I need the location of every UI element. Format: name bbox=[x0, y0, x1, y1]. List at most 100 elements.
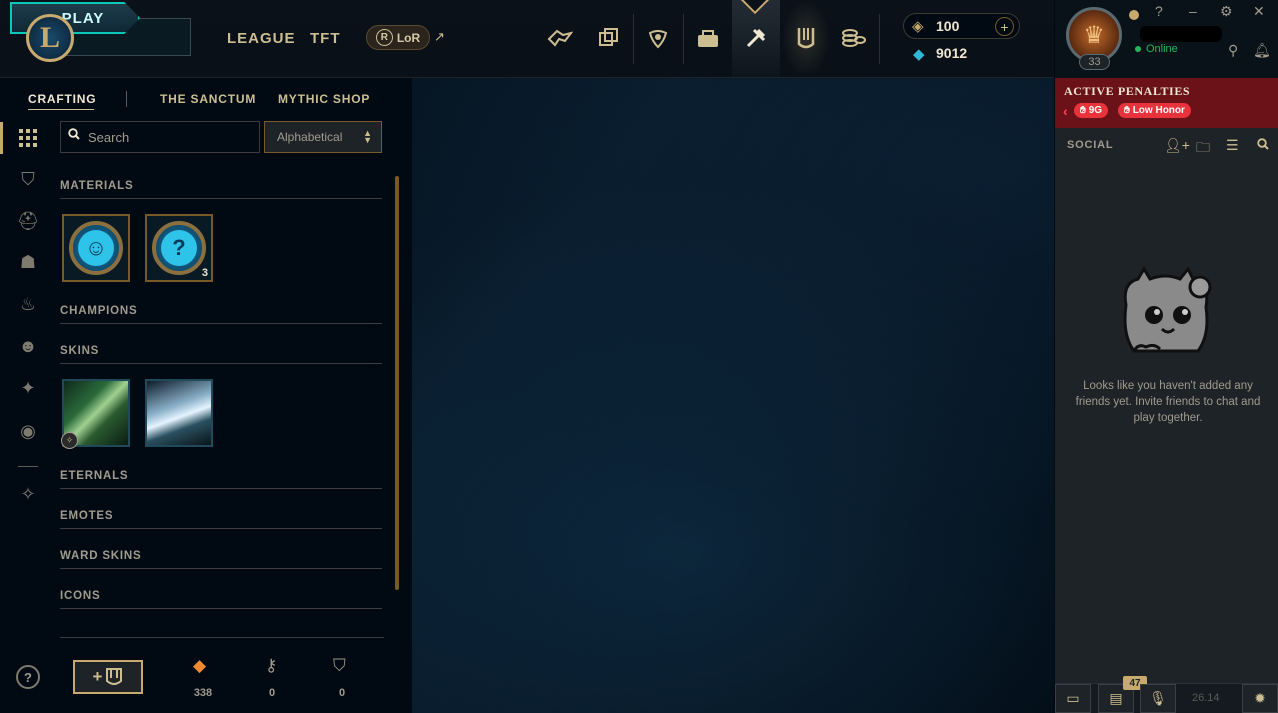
voice-mic-icon[interactable]: 🎙︎ bbox=[1140, 684, 1176, 713]
mission-icon[interactable]: ⚲ bbox=[1228, 42, 1238, 59]
add-chest-button[interactable]: + bbox=[73, 660, 143, 694]
buy-rp-button[interactable]: + bbox=[995, 17, 1014, 36]
add-label: + bbox=[92, 667, 103, 686]
lor-button[interactable]: R LoR bbox=[366, 25, 430, 50]
chest-icon bbox=[106, 668, 123, 685]
side-filter-indicator bbox=[0, 122, 3, 154]
section-divider bbox=[60, 363, 382, 364]
inventory-divider bbox=[60, 637, 384, 638]
store-icon[interactable] bbox=[838, 20, 870, 56]
rp-amount: 100 bbox=[936, 18, 960, 34]
tft-icon[interactable] bbox=[642, 20, 674, 56]
tab-sanctum[interactable]: THE SANCTUM bbox=[160, 92, 256, 106]
section-divider bbox=[60, 198, 382, 199]
home-icon[interactable] bbox=[544, 20, 576, 56]
rp-icon: ◈ bbox=[912, 18, 924, 35]
orange-essence-icon: ◆ bbox=[193, 656, 207, 675]
section-divider bbox=[60, 608, 382, 609]
nav-tft[interactable]: TFT bbox=[310, 30, 341, 47]
version-label: 26.14 bbox=[1192, 692, 1220, 704]
external-link-icon: ↗ bbox=[434, 29, 445, 44]
blue-essence-icon: ◆ bbox=[913, 46, 925, 63]
section-materials: MATERIALS bbox=[60, 180, 134, 192]
collection-icon[interactable] bbox=[592, 20, 624, 56]
status-dot bbox=[1129, 10, 1139, 20]
chevron-left-icon[interactable]: ‹ bbox=[1063, 103, 1068, 119]
honor-icon: ✋︎ bbox=[1080, 105, 1086, 116]
section-emotes: EMOTES bbox=[60, 510, 114, 522]
logo-letter: L bbox=[39, 21, 60, 54]
tab-mythic-shop[interactable]: MYTHIC SHOP bbox=[278, 92, 370, 106]
chest-count: 0 bbox=[338, 687, 346, 699]
skin-rarity-badge-icon: ✧ bbox=[61, 432, 78, 449]
collection-tab-icon[interactable] bbox=[790, 20, 822, 56]
be-amount: 9012 bbox=[936, 45, 968, 61]
tab-crafting[interactable]: CRAFTING bbox=[28, 92, 96, 106]
material-tile[interactable]: ? 3 bbox=[145, 214, 213, 282]
list-view-icon[interactable]: ☰ bbox=[1226, 137, 1239, 154]
bug-report-icon[interactable]: ✹ bbox=[1242, 684, 1278, 713]
section-divider bbox=[60, 323, 382, 324]
penalty-pill: ✋︎ 9G bbox=[1074, 103, 1109, 118]
topbar-divider bbox=[879, 14, 880, 64]
section-skins: SKINS bbox=[60, 345, 100, 357]
sort-dropdown[interactable]: Alphabetical ▲ ▼ bbox=[264, 121, 382, 153]
eternals-flame-icon[interactable]: ♨ bbox=[16, 292, 40, 316]
penalty-pill-label: 9G bbox=[1088, 105, 1103, 116]
status-text: Online bbox=[1146, 43, 1178, 55]
add-friend-icon[interactable]: 👤︎+ bbox=[1164, 137, 1190, 154]
key-icon: ⚷ bbox=[265, 656, 278, 675]
subnav-divider bbox=[126, 91, 127, 107]
add-folder-icon[interactable]: 🗀︎ bbox=[1196, 137, 1210, 161]
close-icon[interactable]: ✕ bbox=[1253, 3, 1265, 20]
search-friends-icon[interactable] bbox=[1257, 137, 1269, 153]
level-badge: 33 bbox=[1079, 54, 1110, 70]
sort-value: Alphabetical bbox=[277, 130, 343, 144]
material-tile[interactable]: ☺ bbox=[62, 214, 130, 282]
section-champions: CHAMPIONS bbox=[60, 305, 138, 317]
section-divider bbox=[60, 568, 382, 569]
chevron-up-down-icon: ▲ ▼ bbox=[363, 128, 372, 145]
topbar-divider bbox=[683, 14, 684, 64]
section-ward-skins: WARD SKINS bbox=[60, 550, 142, 562]
topbar-divider bbox=[633, 14, 634, 64]
profile-icon[interactable] bbox=[692, 20, 724, 56]
champion-helmet-icon[interactable]: ⛑ bbox=[16, 209, 40, 233]
lor-label: LoR bbox=[396, 30, 421, 45]
emote-orb-icon: ☺ bbox=[69, 221, 123, 275]
chest-count-icon: ⛉ bbox=[333, 656, 346, 675]
help-button[interactable]: ? bbox=[16, 665, 40, 689]
side-divider bbox=[18, 466, 38, 467]
emote-face-icon[interactable]: ☻ bbox=[16, 334, 40, 358]
section-icons: ICONS bbox=[60, 590, 101, 602]
item-count: 3 bbox=[201, 267, 208, 279]
help-icon[interactable]: ? bbox=[1155, 3, 1163, 19]
minimize-icon[interactable]: – bbox=[1189, 3, 1197, 19]
settings-gear-icon[interactable]: ⚙ bbox=[1220, 3, 1233, 20]
penalty-pill-label: Low Honor bbox=[1132, 105, 1185, 116]
chest-filter-icon[interactable]: ⛉ bbox=[16, 167, 40, 191]
poro-placeholder-icon bbox=[1116, 265, 1216, 360]
skin-shard-tile[interactable] bbox=[145, 379, 213, 447]
other-filter-icon[interactable]: ✧ bbox=[16, 482, 40, 506]
chat-icon[interactable]: ▭ bbox=[1055, 684, 1091, 713]
loot-scrollbar[interactable] bbox=[395, 176, 399, 590]
key-count: 0 bbox=[268, 687, 276, 699]
loot-icon[interactable] bbox=[740, 20, 772, 56]
orb-glyph: ? bbox=[161, 230, 197, 266]
all-grid-icon[interactable] bbox=[16, 126, 40, 150]
profile-icon-filter-icon[interactable]: ◉ bbox=[16, 419, 40, 443]
ward-icon[interactable]: ✦ bbox=[16, 376, 40, 400]
notification-bell-icon[interactable]: 🔔︎ bbox=[1253, 42, 1271, 59]
penalty-pill: ✋︎ Low Honor bbox=[1118, 103, 1191, 118]
honor-icon: ✋︎ bbox=[1124, 105, 1130, 116]
lor-badge-icon: R bbox=[375, 29, 393, 46]
social-title: SOCIAL bbox=[1067, 139, 1114, 151]
skin-mask-icon[interactable]: ☗ bbox=[16, 250, 40, 274]
active-tab-underline bbox=[28, 109, 94, 110]
section-eternals: ETERNALS bbox=[60, 470, 129, 482]
mystery-orb-icon: ? bbox=[152, 221, 206, 275]
league-logo-icon[interactable]: L bbox=[26, 14, 74, 62]
nav-league[interactable]: LEAGUE bbox=[227, 30, 296, 47]
search-input[interactable] bbox=[60, 121, 260, 153]
